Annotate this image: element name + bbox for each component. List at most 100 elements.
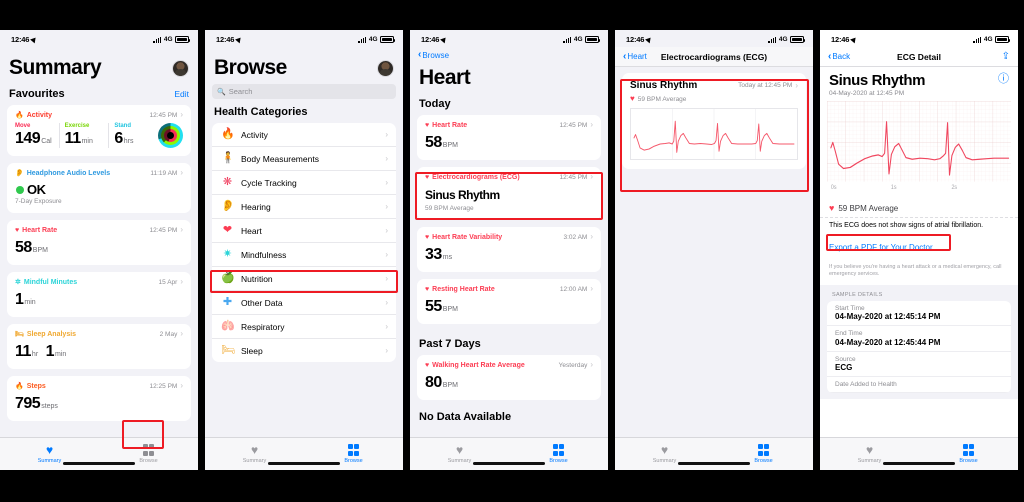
category-row-cycle-tracking[interactable]: ❋ Cycle Tracking › — [212, 171, 396, 195]
status-bar: 12:46 4G — [205, 30, 403, 47]
card-resting-heart-rate[interactable]: ♥ Resting Heart Rate 12:00 AM › 55BPM — [417, 279, 601, 324]
back-button[interactable]: ‹ Back — [828, 51, 850, 62]
health-categories-header: Health Categories — [214, 106, 308, 118]
battery-icon — [995, 36, 1011, 43]
card-headphone-audio-levels[interactable]: 👂 Headphone Audio Levels 11:19 AM › OK 7… — [7, 163, 191, 213]
tab-browse[interactable]: Browse — [99, 444, 198, 464]
status-time: 12:46 — [831, 35, 850, 44]
ecg-list-scroll[interactable]: ‹ Heart Electrocardiograms (ECG) Sinus R… — [615, 47, 813, 470]
tab-browse[interactable]: Browse — [509, 444, 608, 464]
phone-heart: 12:46 4G ‹ Browse Heart Today ♥ Heart Ra… — [410, 30, 608, 470]
category-row-hearing[interactable]: 👂 Hearing › — [212, 195, 396, 219]
tab-browse[interactable]: Browse — [919, 444, 1018, 464]
status-bar: 12:46 4G — [0, 30, 198, 47]
export-row[interactable]: Export a PDF for Your Doctor — [820, 232, 1018, 260]
category-row-mindfulness[interactable]: ✷ Mindfulness › — [212, 243, 396, 267]
card-value: 33 — [425, 246, 442, 263]
card-heart-rate[interactable]: ♥ Heart Rate 12:45 PM › 58BPM — [417, 115, 601, 160]
favourites-label: Favourites — [9, 88, 65, 100]
tab-summary[interactable]: ♥ Summary — [820, 444, 919, 464]
back-label: Browse — [422, 50, 450, 60]
ecg-detail-scroll[interactable]: ‹ Back ECG Detail ⇪ Sinus Rhythm 04-May-… — [820, 47, 1018, 470]
grid-icon — [552, 444, 565, 457]
heart-icon: ♥ — [425, 233, 430, 241]
card-walking-heart-rate-average[interactable]: ♥ Walking Heart Rate Average Yesterday › … — [417, 355, 601, 400]
audio-status: OK — [27, 182, 46, 197]
status-time: 12:46 — [626, 35, 645, 44]
heart-icon: ♥ — [250, 443, 259, 458]
card-value: 58 — [425, 134, 442, 151]
export-pdf-button[interactable]: Export a PDF for Your Doctor — [829, 243, 933, 252]
category-row-activity[interactable]: 🔥 Activity › — [212, 123, 396, 147]
favourites-header: Favourites Edit — [0, 81, 198, 105]
status-time: 12:46 — [11, 35, 30, 44]
chevron-right-icon: › — [385, 345, 388, 355]
search-input[interactable]: 🔍 Search — [212, 84, 396, 99]
edit-button[interactable]: Edit — [174, 89, 189, 99]
ecg-mini-chart — [630, 108, 798, 160]
category-row-heart[interactable]: ❤ Heart › — [212, 219, 396, 243]
back-button[interactable]: ‹ Heart — [623, 50, 647, 62]
category-row-sleep[interactable]: 🛏 Sleep › — [212, 339, 396, 362]
category-row-respiratory[interactable]: 🫁 Respiratory › — [212, 315, 396, 339]
tab-summary[interactable]: ♥ Summary — [205, 444, 304, 464]
card-heart-rate-variability[interactable]: ♥ Heart Rate Variability 3:02 AM › 33ms — [417, 227, 601, 272]
card-average: 59 BPM Average — [637, 95, 687, 103]
chevron-left-icon: ‹ — [623, 50, 627, 62]
category-list: 🔥 Activity › 🧍 Body Measurements › ❋ Cyc… — [212, 123, 396, 362]
category-label: Heart — [241, 225, 262, 236]
summary-scroll[interactable]: Summary Favourites Edit 🔥 Activity 12:45… — [0, 47, 198, 470]
chevron-right-icon: › — [385, 321, 388, 331]
phone-browse: 12:46 4G Browse 🔍 Search Health Categori… — [205, 30, 403, 470]
tab-summary[interactable]: ♥ Summary — [410, 444, 509, 464]
ecg-waveform-detail: 0s 1s 2s — [827, 101, 1011, 191]
tab-summary[interactable]: ♥ Summary — [0, 444, 99, 464]
heart-icon: ♥ — [425, 361, 430, 369]
category-label: Body Measurements — [241, 153, 319, 164]
category-row-other-data[interactable]: ✚ Other Data › — [212, 291, 396, 315]
detail-key: End Time — [835, 330, 863, 338]
category-row-nutrition[interactable]: 🍏 Nutrition › — [212, 267, 396, 291]
no-data-header: No Data Available — [419, 411, 512, 423]
card-mindful-minutes[interactable]: ✲ Mindful Minutes 15 Apr › 1min — [7, 272, 191, 317]
tab-browse-label: Browse — [959, 457, 978, 464]
card-sinus-rhythm[interactable]: Sinus Rhythm Today at 12:45 PM › ♥ 59 BPM… — [622, 73, 806, 169]
tab-browse[interactable]: Browse — [304, 444, 403, 464]
flame-icon: 🔥 — [221, 128, 235, 140]
back-label: Heart — [627, 52, 647, 61]
card-time: Today at 12:45 PM — [738, 82, 793, 89]
tab-browse[interactable]: Browse — [714, 444, 813, 464]
card-time: 3:02 AM — [563, 233, 588, 241]
ring-unit-exercise: min — [81, 138, 93, 145]
category-row-body-measurements[interactable]: 🧍 Body Measurements › — [212, 147, 396, 171]
ring-label-move: Move — [15, 123, 31, 129]
share-icon[interactable]: ⇪ — [1002, 51, 1010, 62]
card-electrocardiograms[interactable]: ♥ Electrocardiograms (ECG) 12:45 PM › Sin… — [417, 167, 601, 220]
browse-scroll[interactable]: Browse 🔍 Search Health Categories 🔥 Acti… — [205, 47, 403, 470]
card-activity[interactable]: 🔥 Activity 12:45 PM › Move 149Cal Exerci… — [7, 105, 191, 156]
heart-icon: ♥ — [630, 94, 635, 103]
ring-unit-move: Cal — [41, 138, 52, 145]
tab-summary[interactable]: ♥ Summary — [615, 444, 714, 464]
card-time: 12:00 AM — [559, 285, 588, 293]
lungs-icon: 🫁 — [221, 320, 235, 332]
card-unit: BPM — [442, 306, 458, 313]
tab-bar: ♥ Summary Browse — [820, 437, 1018, 470]
card-unit: ms — [442, 254, 453, 261]
chevron-right-icon: › — [590, 120, 593, 129]
card-unit-2: min — [55, 351, 67, 358]
avatar[interactable] — [377, 59, 394, 77]
card-sleep-analysis[interactable]: 🛏 Sleep Analysis 2 May › 11hr 1min — [7, 324, 191, 369]
card-title: Walking Heart Rate Average — [432, 361, 525, 369]
avatar[interactable] — [172, 59, 189, 77]
heart-scroll[interactable]: ‹ Browse Heart Today ♥ Heart Rate 12:45 … — [410, 47, 608, 470]
card-time: 12:45 PM — [149, 111, 178, 119]
info-icon[interactable]: ⓘ — [998, 74, 1009, 85]
emergency-disclaimer: If you believe you're having a heart att… — [829, 264, 1002, 278]
back-button[interactable]: ‹ Browse — [418, 50, 449, 60]
card-heart-rate[interactable]: ♥ Heart Rate 12:45 PM › 58BPM — [7, 220, 191, 265]
heart-icon: ♥ — [865, 443, 874, 458]
detail-row-source: Source ECG — [827, 352, 1011, 378]
card-steps[interactable]: 🔥 Steps 12:25 PM › 795steps — [7, 376, 191, 421]
status-bar: 12:46 4G — [820, 30, 1018, 47]
